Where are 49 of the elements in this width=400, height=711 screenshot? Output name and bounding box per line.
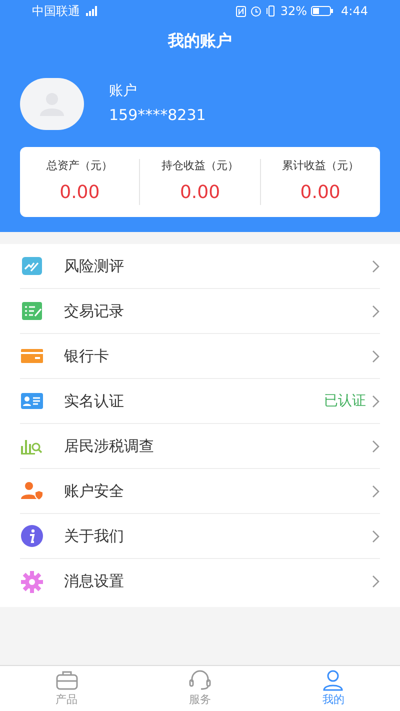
menu-label: 风险测评: [64, 256, 125, 277]
summary-value: 0.00: [60, 180, 100, 205]
menu-item[interactable]: 银行卡: [20, 334, 380, 379]
menu-item[interactable]: 关于我们: [20, 514, 380, 559]
summary-value: 0.00: [300, 180, 340, 205]
menu-label: 消息设置: [64, 571, 125, 592]
headset-icon: [188, 668, 212, 691]
chevron-right-icon: [372, 440, 380, 452]
menu-item[interactable]: 消息设置: [20, 559, 380, 604]
pen-chart-icon: [20, 254, 44, 278]
user-icon: [321, 668, 346, 691]
signal-icon: [84, 6, 98, 16]
summary-label: 累计收益（元）: [282, 158, 359, 174]
chevron-right-icon: [372, 304, 380, 318]
clock-time: 4:44: [341, 3, 368, 20]
chevron-right-icon: [372, 530, 380, 542]
chevron-right-icon: [372, 575, 380, 588]
list-pen-icon: [20, 299, 44, 323]
summary-label: 总资产（元）: [46, 158, 113, 174]
menu-label: 银行卡: [64, 346, 110, 367]
menu-item[interactable]: 风险测评: [20, 244, 380, 289]
summary-label: 持仓收益（元）: [161, 158, 238, 174]
menu-item[interactable]: 交易记录: [20, 289, 380, 334]
verified-status: 已认证: [324, 392, 366, 410]
battery-icon: [311, 6, 334, 16]
menu-label: 居民涉税调查: [64, 436, 155, 457]
chevron-right-icon: [372, 260, 380, 272]
summary-value: 0.00: [180, 180, 220, 205]
vibrate-icon: [266, 5, 276, 17]
menu-item[interactable]: 居民涉税调查: [20, 424, 380, 469]
carrier-name: 中国联通: [32, 3, 80, 20]
menu-item[interactable]: 实名认证 已认证: [20, 379, 380, 424]
page-title: 我的账户: [168, 30, 232, 52]
briefcase-icon: [54, 668, 79, 691]
battery-percent: 32%: [280, 3, 308, 20]
gear-icon: [20, 570, 44, 594]
nfc-icon: [236, 6, 246, 16]
account-name: 账户: [109, 82, 138, 102]
info-icon: [20, 524, 44, 548]
menu-item[interactable]: 账户安全: [20, 469, 380, 514]
menu-label: 实名认证: [64, 390, 125, 412]
chevron-right-icon: [372, 484, 380, 498]
chevron-right-icon: [372, 394, 380, 408]
phone-number: 159****8231: [109, 105, 206, 126]
menu-label: 交易记录: [64, 300, 125, 322]
menu-label: 账户安全: [64, 480, 125, 502]
chevron-right-icon: [372, 350, 380, 362]
alarm-icon: [250, 5, 262, 17]
menu-label: 关于我们: [64, 526, 125, 547]
